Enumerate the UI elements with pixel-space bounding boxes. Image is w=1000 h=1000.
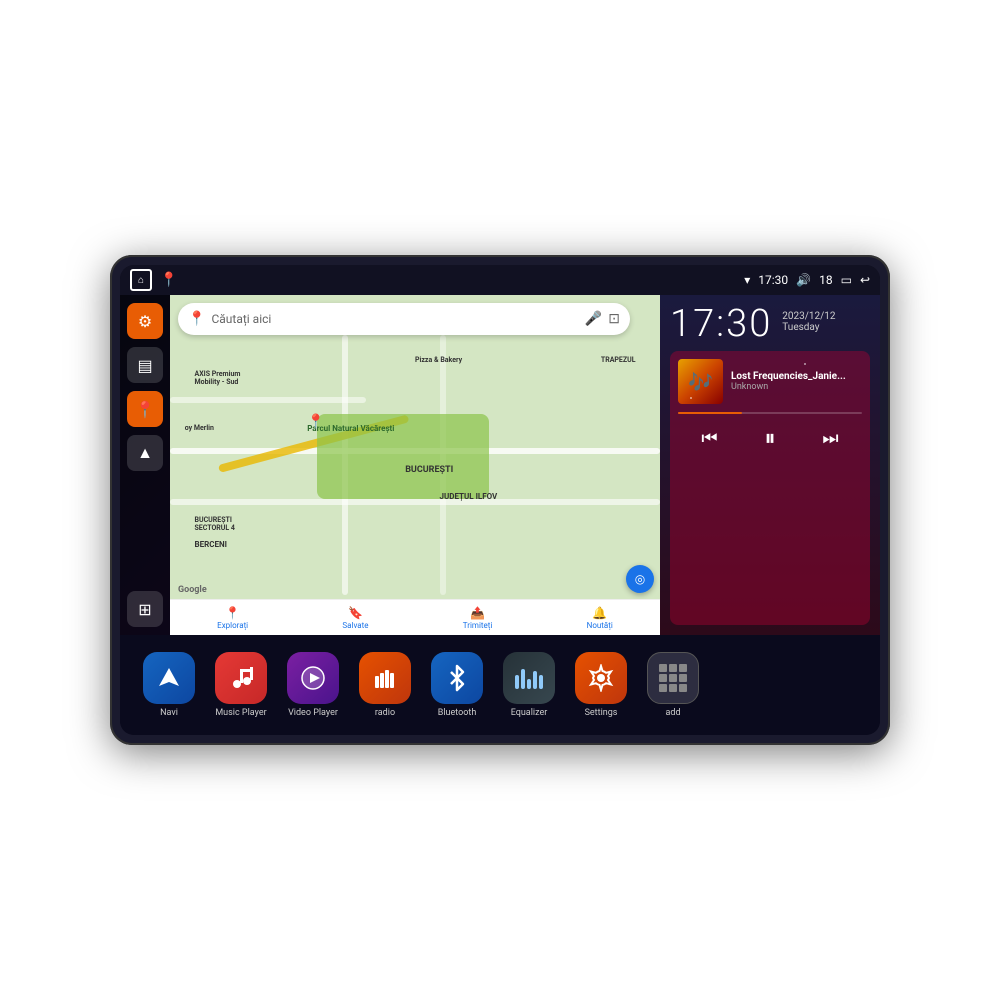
radio-icon: [359, 652, 411, 704]
map-label-berceni: BERCENI: [195, 540, 227, 549]
map-panel[interactable]: AXIS PremiumMobility - Sud Pizza & Baker…: [170, 295, 660, 635]
signal-icon: ▾: [744, 273, 750, 287]
navi-icon: [143, 652, 195, 704]
music-controls: ⏮ ⏸ ⏭: [678, 422, 862, 455]
map-bottom-bar: 📍 Explorați 🔖 Salvate 📤 Trimiteți: [170, 599, 660, 635]
map-share-button[interactable]: 📤 Trimiteți: [463, 606, 493, 630]
news-icon: 🔔: [592, 606, 607, 620]
location-status-icon: 📍: [160, 272, 177, 288]
app-video-player[interactable]: Video Player: [284, 652, 342, 718]
back-button[interactable]: ↩: [860, 273, 870, 287]
center-content: AXIS PremiumMobility - Sud Pizza & Baker…: [170, 295, 880, 635]
equalizer-icon: [503, 652, 555, 704]
bluetooth-label: Bluetooth: [438, 708, 477, 718]
map-label-merlin: oy Merlin: [185, 424, 214, 432]
app-settings[interactable]: Settings: [572, 652, 630, 718]
add-icon-bg: [647, 652, 699, 704]
car-head-unit: ⌂ 📍 ▾ 17:30 🔊 18 ▭ ↩: [110, 255, 890, 745]
app-music-player[interactable]: Music Player: [212, 652, 270, 718]
add-label: add: [665, 708, 680, 718]
map-search-bar[interactable]: 📍 Căutați aici 🎤 ⊡: [178, 303, 630, 335]
saved-label: Salvate: [342, 621, 368, 630]
status-bar: ⌂ 📍 ▾ 17:30 🔊 18 ▭ ↩: [120, 265, 880, 295]
map-saved-button[interactable]: 🔖 Salvate: [342, 606, 368, 630]
clock-display: 17:30: [670, 305, 772, 343]
app-bluetooth[interactable]: Bluetooth: [428, 652, 486, 718]
music-top: 🎶 Lost Frequencies_Janie... Unknown: [678, 359, 862, 404]
radio-label: radio: [375, 708, 395, 718]
left-sidebar: ⚙ ▤ 📍 ▲ ⊞: [120, 295, 170, 635]
clock-area: 17:30 2023/12/12 Tuesday: [670, 305, 870, 343]
music-progress-fill: [678, 412, 742, 414]
music-player-icon: [215, 652, 267, 704]
screen: ⌂ 📍 ▾ 17:30 🔊 18 ▭ ↩: [120, 265, 880, 735]
map-label-trap: TRAPEZUL: [601, 356, 636, 364]
music-artist: Unknown: [731, 382, 862, 392]
music-info: Lost Frequencies_Janie... Unknown: [731, 359, 862, 404]
top-area: AXIS PremiumMobility - Sud Pizza & Baker…: [170, 295, 880, 635]
map-label-sector: BUCUREȘTISECTORUL 4: [195, 516, 235, 532]
music-title: Lost Frequencies_Janie...: [731, 371, 862, 382]
music-pause-button[interactable]: ⏸: [760, 422, 779, 455]
map-location-fab[interactable]: ◎: [626, 565, 654, 593]
google-logo: Google: [178, 585, 207, 595]
map-explore-button[interactable]: 📍 Explorați: [217, 606, 248, 630]
battery-level: 18: [819, 273, 833, 287]
news-label: Noutăți: [587, 621, 613, 630]
music-progress-bar[interactable]: [678, 412, 862, 414]
layers-icon[interactable]: ⊡: [608, 311, 620, 327]
map-pin-park: 📍: [307, 414, 324, 430]
app-add[interactable]: add: [644, 652, 702, 718]
bottom-apps-bar: Navi Music Player: [120, 635, 880, 735]
music-player-label: Music Player: [215, 708, 266, 718]
sidebar-apps-button[interactable]: ⊞: [127, 591, 163, 627]
home-button[interactable]: ⌂: [130, 269, 152, 291]
music-next-button[interactable]: ⏭: [818, 424, 842, 453]
bluetooth-icon-bg: [431, 652, 483, 704]
settings-label: Settings: [585, 708, 618, 718]
share-icon: 📤: [470, 606, 485, 620]
map-label-pizza: Pizza & Bakery: [415, 356, 462, 364]
map-label-ilfov: JUDEȚUL ILFOV: [440, 492, 498, 501]
mic-icon[interactable]: 🎤: [585, 311, 602, 327]
clock-date: 2023/12/12: [782, 311, 835, 322]
map-label-axis: AXIS PremiumMobility - Sud: [195, 370, 241, 386]
status-left: ⌂ 📍: [130, 269, 177, 291]
explore-label: Explorați: [217, 621, 248, 630]
navi-label: Navi: [160, 708, 178, 718]
sidebar-navigation-button[interactable]: ▲: [127, 435, 163, 471]
map-search-text: Căutați aici: [211, 312, 578, 326]
volume-icon: 🔊: [796, 273, 811, 287]
video-player-icon: [287, 652, 339, 704]
equalizer-label: Equalizer: [511, 708, 548, 718]
clock-music-panel: 17:30 2023/12/12 Tuesday 🎶: [660, 295, 880, 635]
share-label: Trimiteți: [463, 621, 493, 630]
settings-icon-bg: [575, 652, 627, 704]
music-player: 🎶 Lost Frequencies_Janie... Unknown: [670, 351, 870, 625]
clock-day: Tuesday: [782, 322, 835, 333]
app-radio[interactable]: radio: [356, 652, 414, 718]
main-content: ⚙ ▤ 📍 ▲ ⊞: [120, 295, 880, 635]
sidebar-location-button[interactable]: 📍: [127, 391, 163, 427]
google-maps-icon: 📍: [188, 311, 205, 327]
music-prev-button[interactable]: ⏮: [697, 424, 721, 453]
sidebar-settings-button[interactable]: ⚙: [127, 303, 163, 339]
explore-icon: 📍: [225, 606, 240, 620]
battery-icon: ▭: [841, 273, 852, 287]
sidebar-menu-button[interactable]: ▤: [127, 347, 163, 383]
clock-status: 17:30: [758, 273, 788, 287]
clock-date-area: 2023/12/12 Tuesday: [782, 305, 835, 333]
music-album-art: 🎶: [678, 359, 723, 404]
video-player-label: Video Player: [288, 708, 338, 718]
app-equalizer[interactable]: Equalizer: [500, 652, 558, 718]
map-label-buc: BUCUREȘTI: [405, 465, 453, 475]
app-navi[interactable]: Navi: [140, 652, 198, 718]
map-news-button[interactable]: 🔔 Noutăți: [587, 606, 613, 630]
status-right: ▾ 17:30 🔊 18 ▭ ↩: [744, 273, 870, 287]
saved-icon: 🔖: [348, 606, 363, 620]
